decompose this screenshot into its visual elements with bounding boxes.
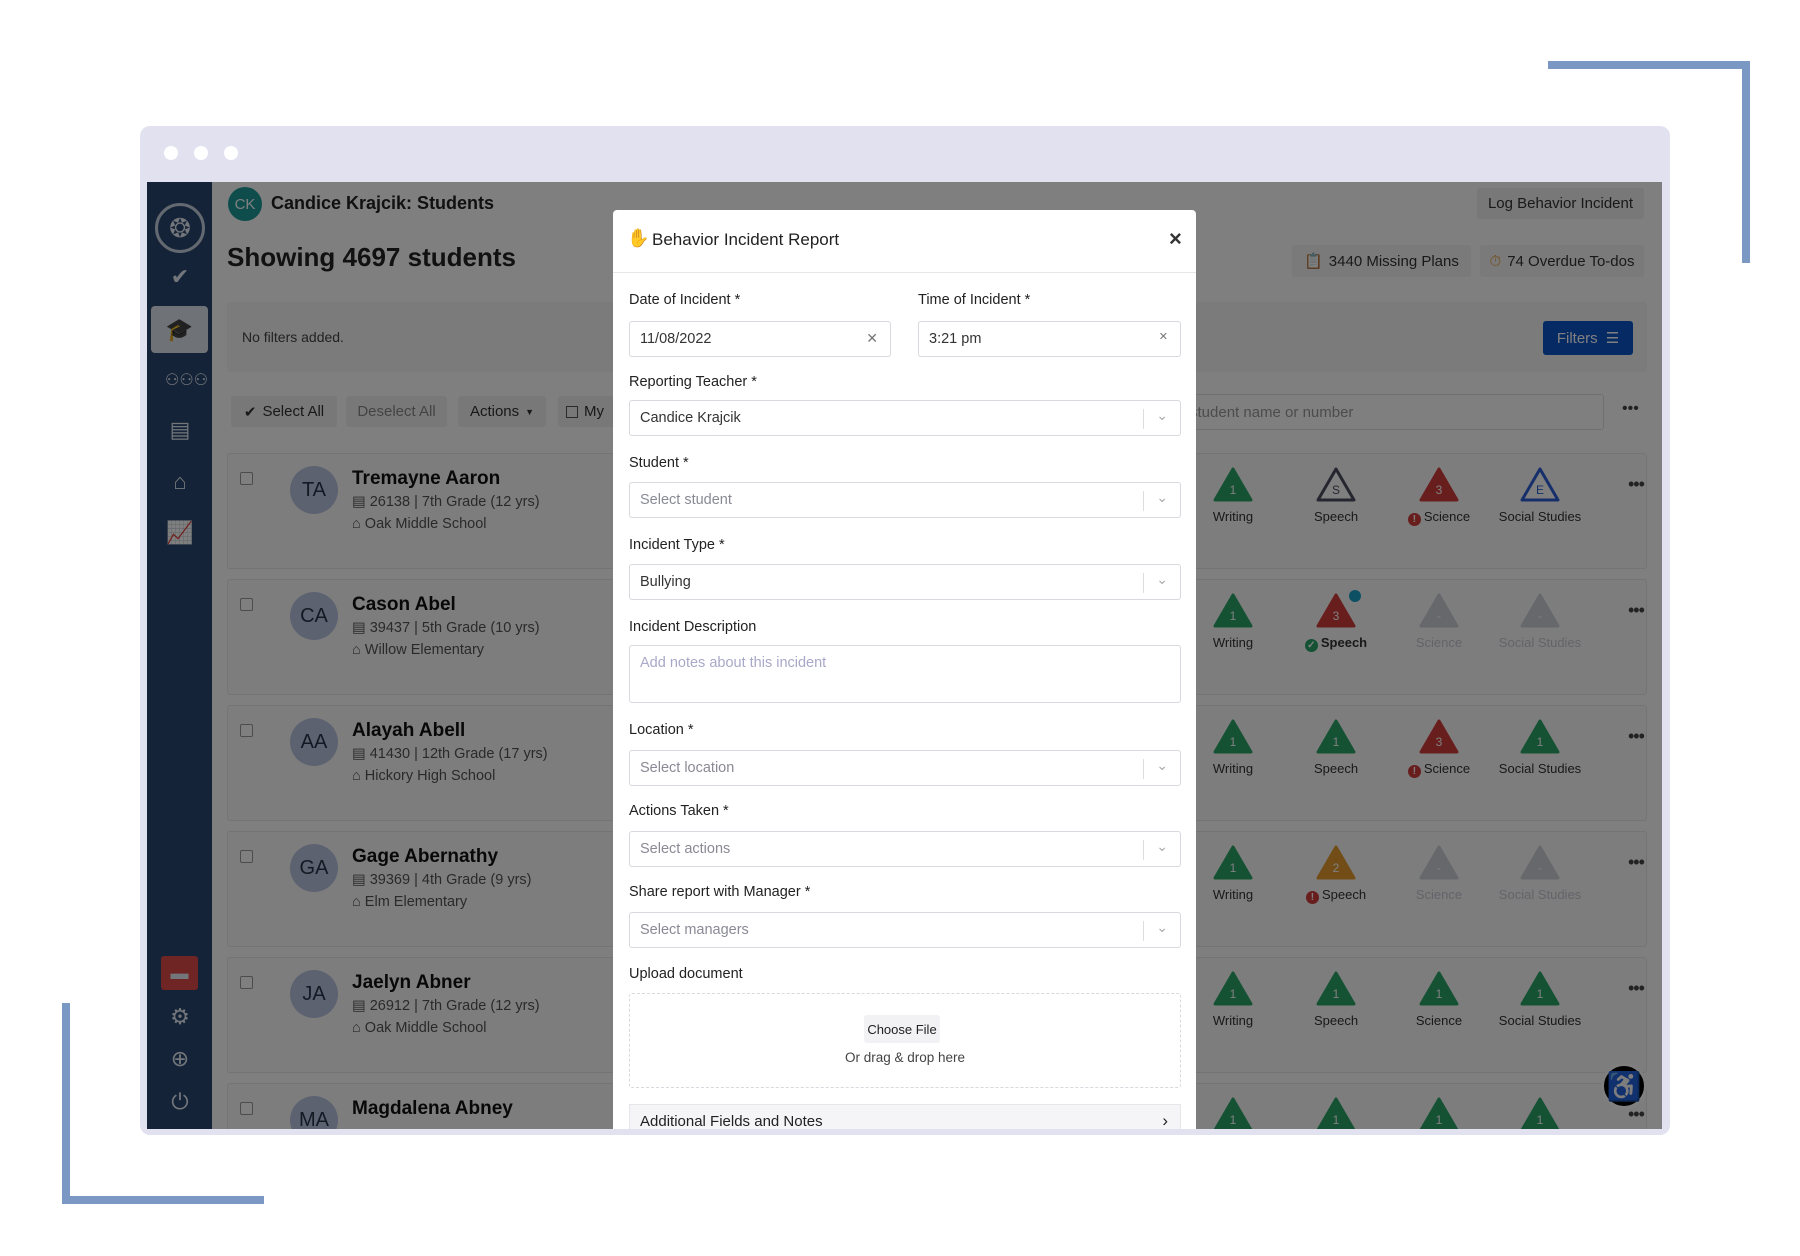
student-placeholder: Select student [640,492,732,508]
chevron-down-icon: ⌄ [1156,489,1168,505]
close-icon[interactable]: × [1169,226,1182,252]
teacher-select[interactable]: Candice Krajcik ⌄ [629,400,1181,436]
share-label: Share report with Manager * [629,884,811,900]
chevron-right-icon: › [1162,1111,1168,1129]
clear-time-icon[interactable]: ✕ [1159,330,1168,343]
modal-title: Behavior Incident Report [652,230,840,249]
date-value: 11/08/2022 [640,331,712,347]
incident-type-label: Incident Type * [629,537,725,553]
upload-dropzone[interactable]: Choose File Or drag & drop here [629,993,1181,1088]
actions-taken-select[interactable]: Select actions ⌄ [629,831,1181,867]
location-placeholder: Select location [640,760,735,776]
incident-type-value: Bullying [640,574,691,590]
upload-label: Upload document [629,966,743,982]
clear-date-icon[interactable]: ✕ [866,330,878,347]
student-select[interactable]: Select student ⌄ [629,482,1181,518]
description-label: Incident Description [629,619,757,635]
location-label: Location * [629,722,694,738]
behavior-incident-modal: ✋ Behavior Incident Report × Date of Inc… [613,210,1196,1129]
time-value: 3:21 pm [929,331,982,347]
additional-fields-label: Additional Fields and Notes [640,1113,823,1129]
time-input[interactable]: 3:21 pm ✕ [918,321,1181,357]
date-label: Date of Incident * [629,292,741,308]
time-label: Time of Incident * [918,292,1031,308]
chevron-down-icon: ⌄ [1156,407,1168,423]
chevron-down-icon: ⌄ [1156,757,1168,773]
description-placeholder: Add notes about this incident [640,655,827,671]
chevron-down-icon: ⌄ [1156,571,1168,587]
description-textarea[interactable]: Add notes about this incident [629,645,1181,703]
chevron-down-icon: ⌄ [1156,919,1168,935]
teacher-label: Reporting Teacher * [629,374,757,390]
date-input[interactable]: 11/08/2022 ✕ [629,321,891,357]
hand-icon: ✋ [627,228,650,248]
incident-type-select[interactable]: Bullying ⌄ [629,564,1181,600]
window-dot [194,146,208,160]
window-dot [224,146,238,160]
teacher-value: Candice Krajcik [640,410,741,426]
actions-placeholder: Select actions [640,841,731,857]
chevron-down-icon: ⌄ [1156,838,1168,854]
share-placeholder: Select managers [640,922,749,938]
student-label: Student * [629,455,689,471]
actions-taken-label: Actions Taken * [629,803,729,819]
drag-drop-text: Or drag & drop here [844,1050,966,1065]
app: ❂ ✔ 🎓 ⚇⚇⚇ ▤ ⌂ 📈 ▬ ⚙ ⊕ ⏻ CK Candice Krajc… [147,182,1662,1129]
location-select[interactable]: Select location ⌄ [629,750,1181,786]
additional-fields-toggle[interactable]: Additional Fields and Notes › [629,1104,1181,1129]
window-dot [164,146,178,160]
share-managers-select[interactable]: Select managers ⌄ [629,912,1181,948]
modal-header: ✋ Behavior Incident Report × [613,210,1196,273]
choose-file-button[interactable]: Choose File [864,1015,940,1043]
